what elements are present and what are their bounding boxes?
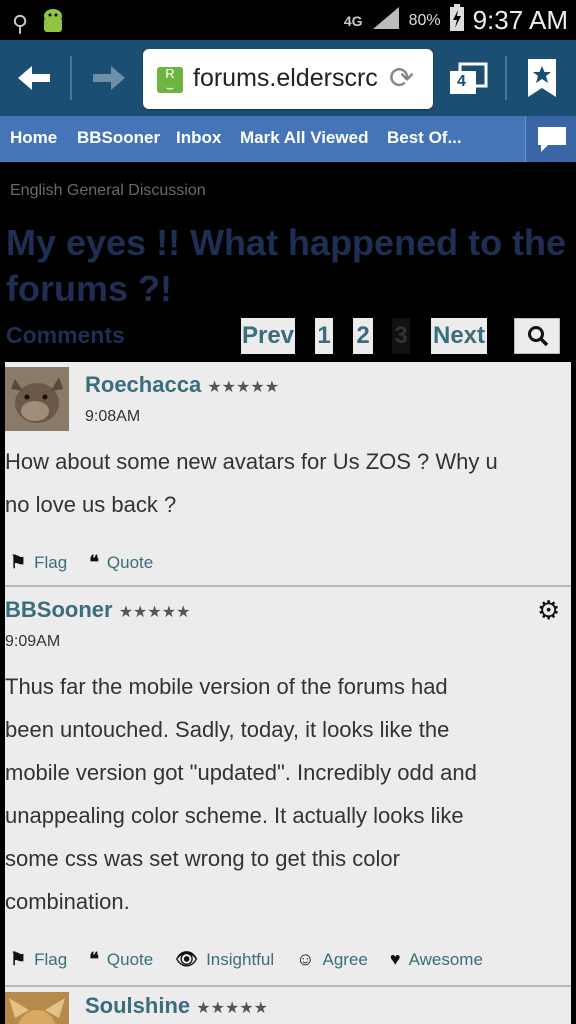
post-body-line: been untouched. Sadly, today, it looks l… xyxy=(5,717,450,742)
post-body-line: Thus far the mobile version of the forum… xyxy=(5,674,448,699)
rank-stars: ★★★★★ xyxy=(196,1000,268,1017)
tab-count: 4 xyxy=(457,73,466,90)
nav-home[interactable]: Home xyxy=(10,128,57,148)
agree-button[interactable]: ☺ Agree xyxy=(296,949,368,970)
flag-label: Flag xyxy=(34,949,68,969)
url-text: forums.elderscrc xyxy=(193,64,378,92)
usb-icon: ⚲ xyxy=(12,10,29,36)
bookmark-icon[interactable] xyxy=(527,58,557,98)
post-author[interactable]: Roechacca ★★★★★ xyxy=(85,372,279,398)
author-name[interactable]: BBSooner xyxy=(5,597,113,622)
gear-icon[interactable]: ⚙ xyxy=(537,595,560,626)
toolbar-divider xyxy=(505,56,507,100)
network-label: 4G xyxy=(343,12,363,29)
pager-page-3: 3 xyxy=(392,318,410,354)
flag-icon: ⚑ xyxy=(10,552,27,572)
quote-button[interactable]: ❝ Quote xyxy=(89,552,153,573)
chat-button[interactable] xyxy=(525,116,576,162)
battery-icon xyxy=(449,4,465,37)
flag-button[interactable]: ⚑ Flag xyxy=(10,552,67,573)
avatar[interactable] xyxy=(5,992,69,1024)
search-icon xyxy=(528,326,549,347)
tabs-button[interactable]: 4 xyxy=(448,62,488,96)
heart-icon: ♥ xyxy=(389,949,401,969)
nav-best-of[interactable]: Best Of... xyxy=(387,128,462,148)
quote-icon: ❝ xyxy=(89,949,99,969)
author-name[interactable]: Soulshine xyxy=(85,993,190,1018)
post-body: Thus far the mobile version of the forum… xyxy=(5,665,477,923)
page-content: English General Discussion My eyes !! Wh… xyxy=(0,162,576,1024)
post-author[interactable]: BBSooner ★★★★★ xyxy=(5,597,190,623)
post-body-line: unappealing color scheme. It actually lo… xyxy=(5,803,464,828)
status-bar: ⚲ 4G 80% 9:37 AM xyxy=(0,0,576,40)
nav-bbsooner[interactable]: BBSooner xyxy=(77,128,160,148)
comment-post: Roechacca ★★★★★ 9:08AM How about some ne… xyxy=(5,362,571,585)
awesome-button[interactable]: ♥ Awesome xyxy=(390,949,483,970)
awesome-label: Awesome xyxy=(408,949,483,969)
title-line: My eyes !! What happened to the xyxy=(6,222,567,263)
battery-percent: 80% xyxy=(408,11,441,29)
pager-page-2[interactable]: 2 xyxy=(353,318,373,354)
nav-mark-all-viewed[interactable]: Mark All Viewed xyxy=(240,128,369,148)
nav-inbox[interactable]: Inbox xyxy=(176,128,221,148)
chat-bubble-icon xyxy=(538,127,566,152)
author-name[interactable]: Roechacca xyxy=(85,372,201,397)
flag-icon: ⚑ xyxy=(10,949,27,969)
post-body-line: How about some new avatars for Us ZOS ? … xyxy=(5,449,498,474)
address-bar[interactable]: R ⌣ forums.elderscrc ⟳ xyxy=(143,49,433,109)
signal-icon xyxy=(371,5,401,36)
breadcrumb[interactable]: English General Discussion xyxy=(10,182,206,200)
clock: 9:37 AM xyxy=(472,5,568,35)
site-favicon-icon: R ⌣ xyxy=(157,67,183,95)
rank-stars: ★★★★★ xyxy=(118,604,191,621)
flag-button[interactable]: ⚑ Flag xyxy=(10,949,67,970)
post-time: 9:08AM xyxy=(85,408,141,425)
quote-button[interactable]: ❝ Quote xyxy=(89,949,153,970)
page-title: My eyes !! What happened to the forums ?… xyxy=(6,220,571,312)
quote-label: Quote xyxy=(106,949,154,969)
pager-next[interactable]: Next xyxy=(431,318,487,354)
comment-post: BBSooner ★★★★★ ⚙ 9:09AM Thus far the mob… xyxy=(5,587,571,985)
avatar[interactable] xyxy=(5,367,69,431)
toolbar-divider xyxy=(70,56,72,100)
quote-icon: ❝ xyxy=(89,552,99,572)
post-actions: ⚑ Flag ❝ Quote xyxy=(10,552,175,573)
flag-label: Flag xyxy=(34,552,68,572)
pager-page-1[interactable]: 1 xyxy=(315,318,333,354)
post-body-line: mobile version got "updated". Incredibly… xyxy=(5,760,477,785)
post-actions: ⚑ Flag ❝ Quote 👁 Insightful ☺ Agree ♥ Awesome xyxy=(10,949,505,970)
quote-label: Quote xyxy=(106,552,154,572)
insightful-button[interactable]: 👁 Insightful xyxy=(175,949,274,970)
post-body-line: some css was set wrong to get this color xyxy=(5,846,400,871)
rank-stars: ★★★★★ xyxy=(207,379,280,396)
smiley-icon: ☺ xyxy=(296,949,315,969)
post-body-line: no love us back ? xyxy=(5,492,177,517)
reload-icon[interactable]: ⟳ xyxy=(389,61,414,96)
post-time: 9:09AM xyxy=(5,633,61,650)
comments-heading: Comments xyxy=(6,322,125,348)
forward-arrow-icon[interactable] xyxy=(84,58,134,98)
browser-toolbar: R ⌣ forums.elderscrc ⟳ 4 xyxy=(0,40,576,116)
comment-post: Soulshine ★★★★★ xyxy=(5,987,571,1024)
site-nav: Home BBSooner Inbox Mark All Viewed Best… xyxy=(0,116,576,162)
title-line: forums ?! xyxy=(6,268,172,309)
post-body-line: combination. xyxy=(5,889,130,914)
pager-prev[interactable]: Prev xyxy=(241,318,295,354)
agree-label: Agree xyxy=(322,949,368,969)
eye-icon: 👁 xyxy=(175,949,199,969)
post-body: How about some new avatars for Us ZOS ? … xyxy=(5,440,498,526)
post-author[interactable]: Soulshine ★★★★★ xyxy=(85,993,268,1019)
insightful-label: Insightful xyxy=(206,949,275,969)
android-icon xyxy=(40,6,66,41)
back-arrow-icon[interactable] xyxy=(9,58,59,98)
search-button[interactable] xyxy=(514,318,560,354)
